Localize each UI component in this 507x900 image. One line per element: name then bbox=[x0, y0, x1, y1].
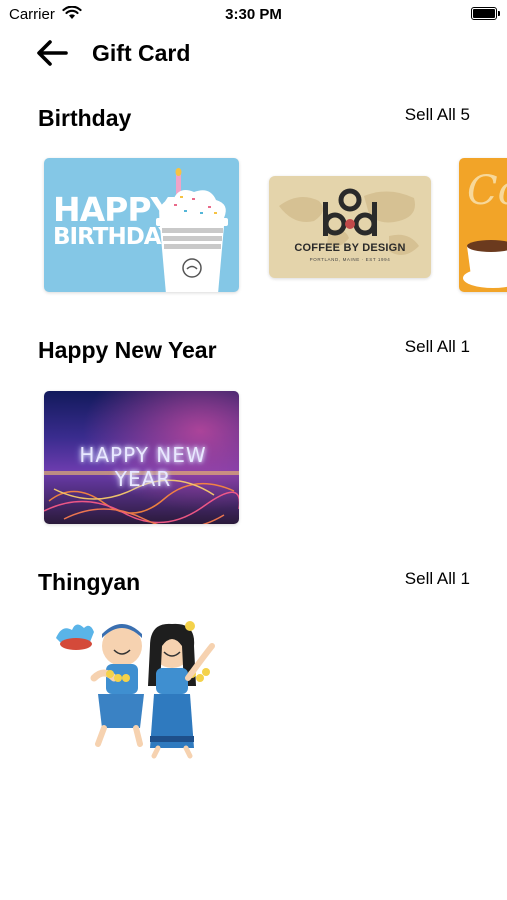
gift-card-thingyan[interactable] bbox=[54, 616, 229, 759]
section-title-happy-new-year: Happy New Year bbox=[38, 337, 217, 363]
frappe-cup-illustration bbox=[156, 168, 228, 292]
card-brand-name: COFFEE BY DESIGN bbox=[294, 242, 406, 254]
gift-card-happy-birthday[interactable]: HAPPY BIRTHDAY bbox=[44, 158, 239, 292]
see-all-happy-new-year-button[interactable]: Sell All 1 bbox=[405, 337, 470, 357]
card-brand-subtitle: PORTLAND, MAINE · EST 1994 bbox=[309, 257, 391, 262]
thingyan-dancers-illustration bbox=[56, 621, 215, 759]
back-button[interactable] bbox=[34, 37, 70, 69]
card-art-text: Co bbox=[467, 168, 507, 214]
navigation-bar: Gift Card bbox=[0, 34, 507, 74]
gift-card-happy-new-year[interactable]: HAPPY NEW YEAR bbox=[44, 391, 239, 524]
see-all-birthday-button[interactable]: Sell All 5 bbox=[405, 105, 470, 125]
back-arrow-icon bbox=[37, 40, 68, 66]
status-bar: Carrier 3:30 PM bbox=[0, 0, 507, 30]
see-all-thingyan-button[interactable]: Sell All 1 bbox=[405, 569, 470, 589]
gift-card-coffee-by-design[interactable]: COFFEE BY DESIGN PORTLAND, MAINE · EST 1… bbox=[269, 176, 431, 278]
cbd-logo bbox=[323, 188, 377, 236]
section-title-birthday: Birthday bbox=[38, 105, 132, 131]
section-title-thingyan: Thingyan bbox=[38, 569, 141, 595]
gift-card-coffee-cup[interactable]: Co bbox=[459, 158, 507, 292]
coffee-cup-illustration bbox=[463, 240, 507, 288]
clock: 3:30 PM bbox=[225, 6, 282, 23]
card-art-text: HAPPY NEW YEAR bbox=[79, 443, 207, 491]
page-title: Gift Card bbox=[92, 40, 191, 66]
battery-icon bbox=[471, 7, 500, 20]
